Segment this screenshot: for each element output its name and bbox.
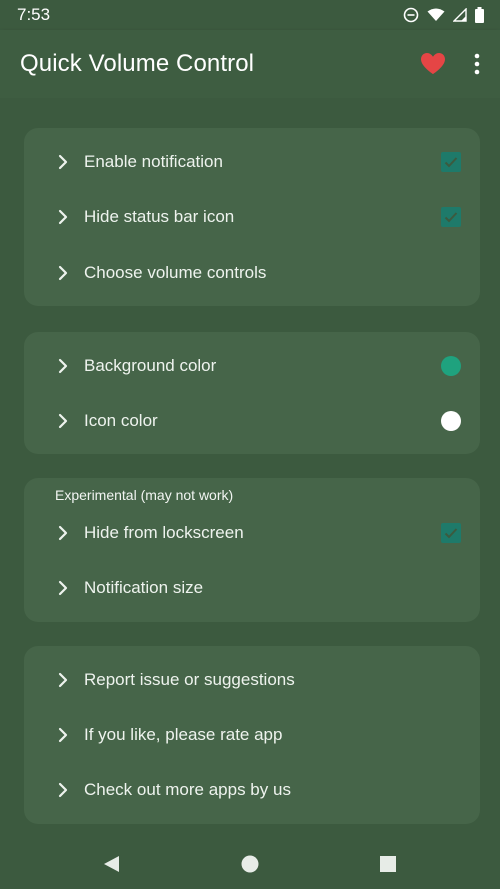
color-settings-card: Background color Icon color <box>24 332 480 454</box>
app-actions <box>420 52 480 76</box>
report-issue-label: Report issue or suggestions <box>84 670 295 689</box>
back-icon[interactable] <box>96 849 126 879</box>
hide-status-bar-icon-checkbox[interactable] <box>441 207 461 227</box>
background-color-row[interactable]: Background color <box>24 344 480 388</box>
status-time: 7:53 <box>17 5 51 24</box>
experimental-settings-card: Experimental (may not work) Hide from lo… <box>24 478 480 622</box>
notification-size-label: Notification size <box>84 578 204 597</box>
do-not-disturb-icon <box>403 7 419 23</box>
enable-notification-checkbox[interactable] <box>441 152 461 172</box>
chevron-right-icon <box>58 358 68 374</box>
about-card: Report issue or suggestions If you like,… <box>24 646 480 824</box>
more-apps-label: Check out more apps by us <box>84 780 291 799</box>
hide-status-bar-icon-label: Hide status bar icon <box>84 207 235 226</box>
background-color-swatch[interactable] <box>441 356 461 376</box>
wifi-icon <box>427 8 445 22</box>
enable-notification-label: Enable notification <box>84 152 223 171</box>
hide-from-lockscreen-row[interactable]: Hide from lockscreen <box>24 511 480 555</box>
chevron-right-icon <box>58 413 68 429</box>
hide-from-lockscreen-checkbox[interactable] <box>441 523 461 543</box>
overflow-menu-icon[interactable] <box>474 53 480 75</box>
chevron-right-icon <box>58 580 68 596</box>
rate-app-row[interactable]: If you like, please rate app <box>24 713 480 757</box>
choose-volume-controls-label: Choose volume controls <box>84 263 267 282</box>
more-apps-row[interactable]: Check out more apps by us <box>24 768 480 812</box>
background-color-label: Background color <box>84 356 217 375</box>
status-icons <box>403 7 484 23</box>
chevron-right-icon <box>58 154 68 170</box>
icon-color-swatch[interactable] <box>441 411 461 431</box>
experimental-section-header: Experimental (may not work) <box>55 487 234 503</box>
icon-color-row[interactable]: Icon color <box>24 399 480 443</box>
chevron-right-icon <box>58 265 68 281</box>
navigation-bar <box>0 840 500 889</box>
report-issue-row[interactable]: Report issue or suggestions <box>24 658 480 702</box>
status-bar: 7:53 <box>0 0 500 30</box>
app-title: Quick Volume Control <box>20 50 255 77</box>
battery-icon <box>475 7 484 23</box>
chevron-right-icon <box>58 727 68 743</box>
chevron-right-icon <box>58 672 68 688</box>
recents-icon[interactable] <box>373 849 403 879</box>
home-icon[interactable] <box>235 849 265 879</box>
hide-from-lockscreen-label: Hide from lockscreen <box>84 523 244 542</box>
settings-content: Enable notification Hide status bar icon… <box>0 98 500 840</box>
app-bar: Quick Volume Control <box>0 30 500 98</box>
heart-icon[interactable] <box>420 52 446 76</box>
chevron-right-icon <box>58 209 68 225</box>
chevron-right-icon <box>58 525 68 541</box>
hide-status-bar-icon-row[interactable]: Hide status bar icon <box>24 195 480 239</box>
signal-icon <box>453 8 467 22</box>
notification-size-row[interactable]: Notification size <box>24 566 480 610</box>
icon-color-label: Icon color <box>84 411 158 430</box>
enable-notification-row[interactable]: Enable notification <box>24 140 480 184</box>
chevron-right-icon <box>58 782 68 798</box>
notification-settings-card: Enable notification Hide status bar icon… <box>24 128 480 306</box>
rate-app-label: If you like, please rate app <box>84 725 283 744</box>
choose-volume-controls-row[interactable]: Choose volume controls <box>24 251 480 295</box>
